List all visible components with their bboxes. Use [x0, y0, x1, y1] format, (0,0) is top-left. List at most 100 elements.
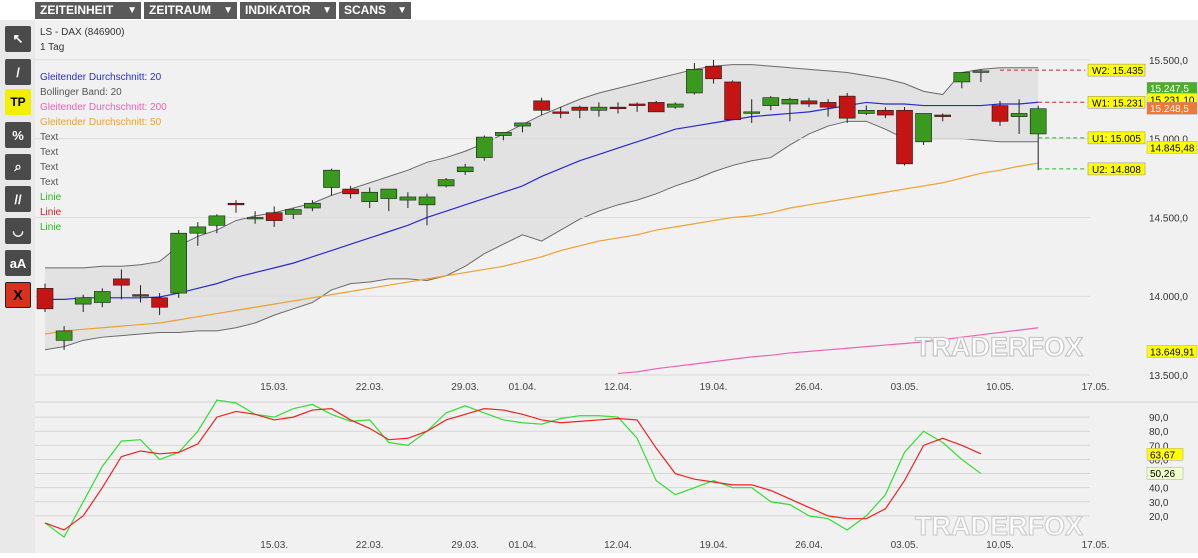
legend-entry: Linie [40, 207, 62, 218]
oscillator-badge: 63,67 [1146, 448, 1184, 461]
candle-body-down [800, 100, 818, 105]
cursor-tool-button[interactable]: ↖ [5, 26, 31, 52]
price-axis-tick-label: 13.500,0 [1149, 371, 1188, 382]
candle-body-up [304, 202, 321, 209]
parallel-lines-tool-button[interactable]: // [5, 186, 31, 212]
candle [896, 107, 913, 166]
candle-body-up [55, 330, 73, 341]
delete-icon: X [12, 286, 23, 304]
candle-body-up [1029, 108, 1047, 135]
oscillator-badge-text: 50,26 [1150, 469, 1175, 480]
curve-tool-button[interactable]: ◡ [5, 218, 31, 244]
candle-body-down [533, 100, 550, 111]
legend-entry: Gleitender Durchschnitt: 200 [40, 102, 167, 113]
line-tool-button[interactable]: / [5, 59, 31, 85]
candle-body-up [666, 103, 684, 108]
candle-body-up [399, 196, 417, 201]
date-axis-tick-label: 10.05. [986, 382, 1014, 393]
menu-scans[interactable]: SCANS ▼ [339, 2, 411, 19]
date-axis-tick-label: 12.04. [604, 382, 632, 393]
candle [227, 200, 245, 213]
candle-body-down [838, 95, 856, 119]
date-axis-tick-label: 15.03. [260, 540, 288, 551]
oscillator-axis-tick-label: 80,0 [1149, 427, 1169, 438]
date-axis-tick-label: 01.04. [509, 382, 537, 393]
date-axis-tick-label: 26.04. [795, 382, 823, 393]
candle-body-down [705, 65, 722, 80]
chart-area[interactable]: 90,080,070,060,050,040,030,020,0 W2: 15.… [35, 20, 1198, 553]
candle-body-down [552, 111, 570, 114]
candle-body-up [93, 291, 111, 303]
candle-body-up [762, 97, 780, 106]
chart-subtitle: 1 Tag [40, 42, 64, 53]
date-axis-tick-label: 22.03. [356, 382, 384, 393]
legend-entry: Text [40, 132, 59, 143]
curve-icon: ◡ [12, 223, 24, 238]
price-axis-tick-label: 15.500,0 [1149, 56, 1188, 67]
date-axis-tick-label: 19.04. [700, 382, 728, 393]
cursor-icon: ↖ [12, 31, 24, 46]
chevron-down-icon: ▼ [127, 5, 137, 16]
candle-body-down [151, 297, 168, 308]
level-label-text: W1: 15.231 [1092, 98, 1144, 109]
candle-body-up [475, 136, 493, 158]
price-badge: 14.845,48 [1146, 141, 1198, 154]
level-label-text: W2: 15.435 [1092, 66, 1144, 77]
zoom-tool-button[interactable]: ⌕ [5, 154, 31, 180]
date-axis-tick-label: 17.05. [1082, 540, 1110, 551]
level-label: W1: 15.231 [1087, 96, 1146, 109]
drawing-toolbar: ↖ / TP % ⌕ // ◡ aA X [0, 20, 35, 553]
percent-icon: % [12, 127, 24, 143]
percent-tool-button[interactable]: % [5, 122, 31, 148]
candle-body-up [285, 209, 302, 215]
menu-indikator[interactable]: INDIKATOR ▼ [240, 2, 336, 19]
candle-body-down [609, 106, 627, 110]
candle-body-up [170, 232, 187, 294]
candle-body-down [227, 202, 245, 206]
candle-body-up [953, 72, 971, 83]
text-size-icon: aA [9, 255, 27, 271]
candle-body-up [246, 217, 264, 220]
oscillator-badge: 50,26 [1146, 466, 1184, 480]
candle-body-down [724, 81, 741, 121]
line-icon: / [16, 64, 20, 80]
zoom-icon: ⌕ [14, 159, 22, 174]
level-label: U2: 14.808 [1087, 162, 1146, 176]
legend-entry: Gleitender Durchschnitt: 20 [40, 72, 162, 83]
candle-body-up [781, 98, 799, 105]
menu-zeitraum[interactable]: ZEITRAUM ▼ [144, 2, 237, 19]
candle-body-down [132, 294, 149, 297]
date-axis-tick-label: 12.04. [604, 540, 632, 551]
candle-body-up [189, 226, 207, 234]
price-axis-tick-label: 14.500,0 [1149, 213, 1188, 224]
candle-body-down [265, 212, 283, 221]
date-axis-tick-label: 29.03. [451, 382, 479, 393]
candle-body-up [743, 111, 761, 114]
text-size-tool-button[interactable]: aA [5, 250, 31, 276]
level-label-text: U2: 14.808 [1092, 165, 1141, 176]
level-label: W2: 15.435 [1087, 63, 1146, 77]
candle-body-up [208, 215, 226, 226]
date-axis-tick-label: 10.05. [986, 540, 1014, 551]
menu-zeiteinheit[interactable]: ZEITEINHEIT ▼ [35, 2, 141, 19]
oscillator-axis-tick-label: 20,0 [1149, 512, 1169, 523]
price-badge-text: 13.649,91 [1150, 347, 1195, 358]
delete-tool-button[interactable]: X [5, 282, 31, 308]
candle [437, 178, 455, 188]
date-axis-tick-label: 29.03. [451, 540, 479, 551]
tp-tool-button[interactable]: TP [5, 89, 31, 115]
legend-entry: Gleitender Durchschnitt: 50 [40, 117, 162, 128]
oscillator-axis-tick-label: 90,0 [1149, 413, 1169, 424]
chevron-down-icon: ▼ [397, 5, 407, 16]
date-axis-tick-label: 01.04. [509, 540, 537, 551]
candle-body-down [819, 102, 837, 108]
menu-scans-label: SCANS [344, 3, 387, 17]
legend-entry: Linie [40, 222, 62, 233]
candle-body-up [915, 113, 932, 143]
candle [323, 168, 340, 196]
candle-body-up [74, 297, 92, 305]
candle-body-up [361, 191, 379, 202]
candle-body-down [113, 278, 130, 286]
oscillator-badge-text: 63,67 [1150, 450, 1175, 461]
menu-zeiteinheit-label: ZEITEINHEIT [40, 3, 114, 17]
